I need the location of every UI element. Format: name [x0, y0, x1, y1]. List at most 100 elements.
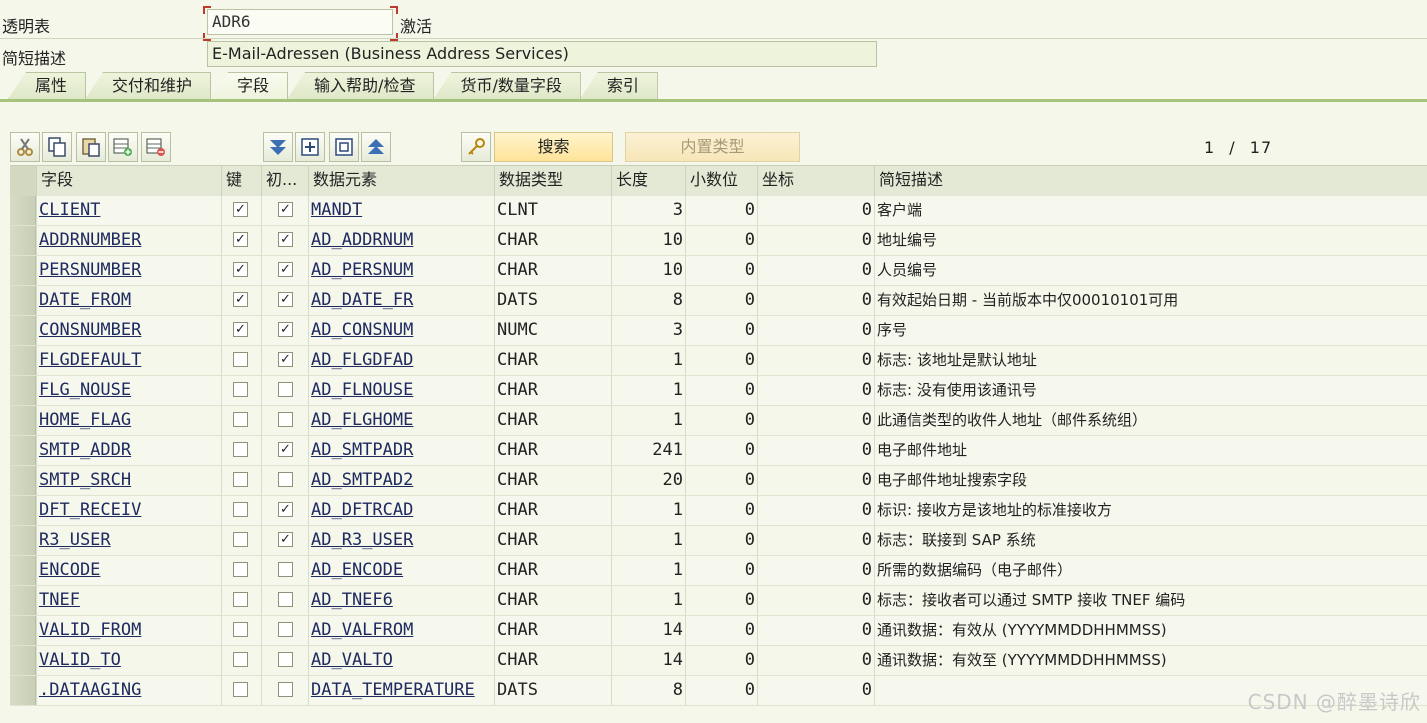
row-selector[interactable] — [10, 526, 36, 555]
field-name[interactable]: PERSNUMBER — [36, 256, 221, 285]
tab-attributes[interactable]: 属性 — [8, 72, 87, 99]
initial-checkbox[interactable] — [278, 382, 293, 397]
builtin-type-button[interactable]: 内置类型 — [625, 132, 800, 162]
row-selector[interactable] — [10, 646, 36, 675]
key-checkbox[interactable] — [233, 442, 248, 457]
key-checkbox[interactable]: ✓ — [233, 322, 248, 337]
data-element-link[interactable]: AD_FLGDFAD — [308, 346, 494, 375]
key-checkbox[interactable] — [233, 592, 248, 607]
data-element-link[interactable]: AD_ENCODE — [308, 556, 494, 585]
table-row[interactable]: CONSNUMBER ✓ ✓ AD_CONSNUM NUMC 3 0 0 序号 — [10, 316, 1427, 346]
collapse-all-button[interactable] — [361, 132, 391, 162]
table-row[interactable]: VALID_FROM AD_VALFROM CHAR 14 0 0 通讯数据：有效从 (YY… — [10, 616, 1427, 646]
row-selector[interactable] — [10, 406, 36, 435]
key-checkbox[interactable] — [233, 352, 248, 367]
row-selector[interactable] — [10, 466, 36, 495]
col-data-element[interactable]: 数据元素 — [308, 166, 494, 196]
table-row[interactable]: SMTP_SRCH AD_SMTPAD2 CHAR 20 0 0 电子邮件地址搜索字段 — [10, 466, 1427, 496]
field-name[interactable]: TNEF — [36, 586, 221, 615]
field-name[interactable]: HOME_FLAG — [36, 406, 221, 435]
initial-checkbox[interactable]: ✓ — [278, 352, 293, 367]
tab-input-help[interactable]: 输入帮助/检查 — [287, 72, 435, 99]
field-name[interactable]: VALID_FROM — [36, 616, 221, 645]
col-short-desc[interactable]: 简短描述 — [874, 166, 1427, 196]
table-row[interactable]: R3_USER ✓ AD_R3_USER CHAR 1 0 0 标志：联接到 SAP 系统 — [10, 526, 1427, 556]
table-row[interactable]: ADDRNUMBER ✓ ✓ AD_ADDRNUM CHAR 10 0 0 地址编号 — [10, 226, 1427, 256]
table-row[interactable]: ENCODE AD_ENCODE CHAR 1 0 0 所需的数据编码（电子邮件） — [10, 556, 1427, 586]
collapse-button[interactable] — [329, 132, 359, 162]
short-desc-field[interactable]: E-Mail-Adressen (Business Address Servic… — [207, 41, 877, 67]
initial-checkbox[interactable]: ✓ — [278, 442, 293, 457]
data-element-link[interactable]: AD_CONSNUM — [308, 316, 494, 345]
data-element-link[interactable]: DATA_TEMPERATURE — [308, 676, 494, 705]
data-element-link[interactable]: MANDT — [308, 196, 494, 225]
tab-delivery-maintenance[interactable]: 交付和维护 — [85, 72, 212, 99]
col-field[interactable]: 字段 — [36, 166, 221, 196]
data-element-link[interactable]: AD_TNEF6 — [308, 586, 494, 615]
key-checkbox[interactable] — [233, 532, 248, 547]
initial-checkbox[interactable]: ✓ — [278, 502, 293, 517]
row-selector[interactable] — [10, 616, 36, 645]
data-element-link[interactable]: AD_FLNOUSE — [308, 376, 494, 405]
initial-checkbox[interactable]: ✓ — [278, 322, 293, 337]
data-element-link[interactable]: AD_DFTRCAD — [308, 496, 494, 525]
key-checkbox[interactable] — [233, 562, 248, 577]
tab-currency-quantity[interactable]: 货币/数量字段 — [433, 72, 581, 99]
row-selector[interactable] — [10, 676, 36, 705]
row-selector[interactable] — [10, 196, 36, 225]
initial-checkbox[interactable] — [278, 562, 293, 577]
initial-checkbox[interactable] — [278, 682, 293, 697]
table-row[interactable]: DATE_FROM ✓ ✓ AD_DATE_FR DATS 8 0 0 有效起始日期 - 当前版… — [10, 286, 1427, 316]
field-name[interactable]: .DATAAGING — [36, 676, 221, 705]
key-checkbox[interactable] — [233, 412, 248, 427]
data-element-link[interactable]: AD_FLGHOME — [308, 406, 494, 435]
col-data-type[interactable]: 数据类型 — [494, 166, 611, 196]
initial-checkbox[interactable] — [278, 592, 293, 607]
table-row[interactable]: TNEF AD_TNEF6 CHAR 1 0 0 标志：接收者可以通过 SMTP 接收 TN… — [10, 586, 1427, 616]
data-element-link[interactable]: AD_SMTPAD2 — [308, 466, 494, 495]
expand-all-button[interactable] — [263, 132, 293, 162]
key-checkbox[interactable]: ✓ — [233, 202, 248, 217]
col-key[interactable]: 键 — [221, 166, 261, 196]
data-element-link[interactable]: AD_DATE_FR — [308, 286, 494, 315]
insert-button[interactable] — [295, 132, 325, 162]
field-name[interactable]: SMTP_ADDR — [36, 436, 221, 465]
table-row[interactable]: PERSNUMBER ✓ ✓ AD_PERSNUM CHAR 10 0 0 人员编号 — [10, 256, 1427, 286]
data-element-link[interactable]: AD_PERSNUM — [308, 256, 494, 285]
select-all-corner[interactable] — [10, 166, 36, 196]
field-name[interactable]: CLIENT — [36, 196, 221, 225]
col-length[interactable]: 长度 — [611, 166, 685, 196]
key-checkbox[interactable] — [233, 652, 248, 667]
insert-row-button[interactable] — [108, 132, 138, 162]
table-row[interactable]: CLIENT ✓ ✓ MANDT CLNT 3 0 0 客户端 — [10, 196, 1427, 226]
initial-checkbox[interactable]: ✓ — [278, 202, 293, 217]
row-selector[interactable] — [10, 346, 36, 375]
initial-checkbox[interactable]: ✓ — [278, 232, 293, 247]
row-selector[interactable] — [10, 226, 36, 255]
data-element-link[interactable]: AD_VALFROM — [308, 616, 494, 645]
field-name[interactable]: ENCODE — [36, 556, 221, 585]
table-row[interactable]: .DATAAGING DATA_TEMPERATURE DATS 8 0 0 — [10, 676, 1427, 706]
table-row[interactable]: DFT_RECEIV ✓ AD_DFTRCAD CHAR 1 0 0 标识: 接收方是该地址的… — [10, 496, 1427, 526]
field-name[interactable]: SMTP_SRCH — [36, 466, 221, 495]
row-selector[interactable] — [10, 316, 36, 345]
table-row[interactable]: FLG_NOUSE AD_FLNOUSE CHAR 1 0 0 标志: 没有使用该通讯号 — [10, 376, 1427, 406]
initial-checkbox[interactable]: ✓ — [278, 532, 293, 547]
table-name-field[interactable]: ADR6 — [207, 9, 393, 35]
key-checkbox[interactable]: ✓ — [233, 232, 248, 247]
initial-checkbox[interactable] — [278, 412, 293, 427]
field-name[interactable]: FLG_NOUSE — [36, 376, 221, 405]
table-row[interactable]: FLGDEFAULT ✓ AD_FLGDFAD CHAR 1 0 0 标志: 该地址是默认地址 — [10, 346, 1427, 376]
field-name[interactable]: VALID_TO — [36, 646, 221, 675]
search-button[interactable]: 搜索 — [494, 132, 613, 162]
table-row[interactable]: HOME_FLAG AD_FLGHOME CHAR 1 0 0 此通信类型的收件人地址（邮件… — [10, 406, 1427, 436]
field-name[interactable]: ADDRNUMBER — [36, 226, 221, 255]
row-selector[interactable] — [10, 586, 36, 615]
data-element-link[interactable]: AD_VALTO — [308, 646, 494, 675]
data-element-link[interactable]: AD_R3_USER — [308, 526, 494, 555]
row-selector[interactable] — [10, 286, 36, 315]
col-initial[interactable]: 初... — [261, 166, 308, 196]
col-coordinate[interactable]: 坐标 — [757, 166, 874, 196]
cut-button[interactable] — [10, 132, 40, 162]
initial-checkbox[interactable] — [278, 652, 293, 667]
